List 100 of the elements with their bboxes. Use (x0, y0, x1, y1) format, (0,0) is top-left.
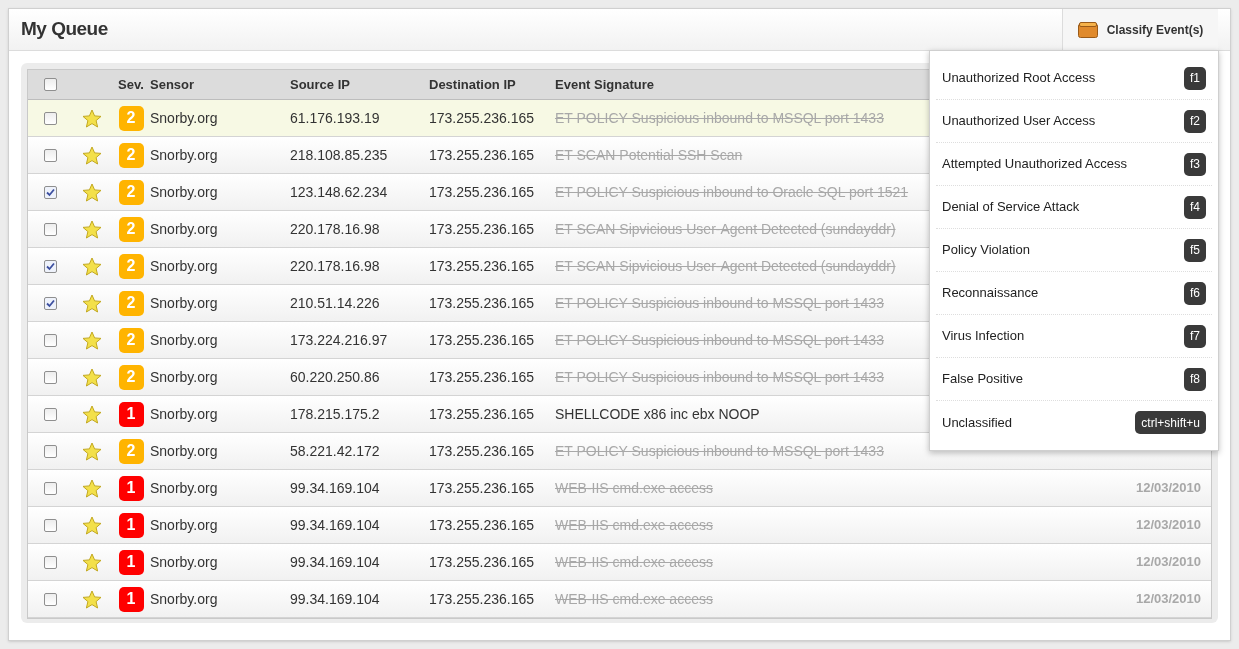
star-icon[interactable] (82, 145, 102, 165)
star-icon[interactable] (82, 552, 102, 572)
checkbox[interactable] (43, 78, 57, 91)
star-icon[interactable] (82, 589, 102, 609)
menu-item[interactable]: Denial of Service Attack f4 (936, 186, 1212, 229)
table-cell-text: Snorby.org (150, 404, 219, 424)
checkbox[interactable] (43, 592, 57, 606)
menu-item[interactable]: Policy Violation f5 (936, 229, 1212, 272)
table-cell-text: ET POLICY Suspicious inbound to MSSQL port 1433 (555, 441, 884, 461)
menu-item[interactable]: Unauthorized User Access f2 (936, 100, 1212, 143)
severity-badge: 1 (118, 549, 144, 575)
table-cell-text: 12/03/2010 (1135, 516, 1202, 535)
table-cell-text: 99.34.169.104 (290, 552, 381, 572)
table-cell-text: 173.255.236.165 (429, 108, 536, 128)
star-icon[interactable] (82, 404, 102, 424)
severity-badge: 2 (118, 290, 144, 316)
menu-item[interactable]: Unauthorized Root Access f1 (936, 57, 1212, 100)
classify-button[interactable]: Classify Event(s) (1062, 9, 1218, 50)
checkbox[interactable] (43, 148, 57, 162)
shortcut-key: f4 (1184, 195, 1206, 219)
star-icon[interactable] (82, 515, 102, 535)
shortcut-key: f8 (1184, 367, 1206, 391)
shortcut-key: f1 (1184, 66, 1206, 90)
star-icon[interactable] (82, 367, 102, 387)
checkbox[interactable] (43, 555, 57, 569)
star-icon[interactable] (82, 256, 102, 276)
table-cell-text: 58.221.42.172 (290, 441, 381, 461)
table-cell-text: 123.148.62.234 (290, 182, 389, 202)
star-icon[interactable] (82, 219, 102, 239)
star-icon[interactable] (82, 441, 102, 461)
menu-item[interactable]: False Positive f8 (936, 358, 1212, 401)
checkbox[interactable] (43, 407, 57, 421)
checkbox[interactable] (43, 296, 57, 310)
severity-badge: 2 (118, 438, 144, 464)
severity-badge: 1 (118, 586, 144, 612)
table-cell-text: 173.255.236.165 (429, 182, 536, 202)
table-cell-text: Snorby.org (150, 256, 219, 276)
box-icon (1077, 21, 1098, 38)
table-cell-text: 12/03/2010 (1135, 479, 1202, 498)
table-cell-text: 99.34.169.104 (290, 589, 381, 609)
severity-badge: 1 (118, 401, 144, 427)
table-cell-text: ET POLICY Suspicious inbound to MSSQL port 1433 (555, 108, 884, 128)
table-cell-text: 61.176.193.19 (290, 108, 381, 128)
menu-item[interactable]: Reconnaissance f6 (936, 272, 1212, 315)
checkbox[interactable] (43, 333, 57, 347)
checkbox[interactable] (43, 222, 57, 236)
table-cell-text: WEB-IIS cmd.exe access (555, 589, 713, 609)
star-icon[interactable] (82, 108, 102, 128)
table-cell-text: 60.220.250.86 (290, 367, 381, 387)
shortcut-key: ctrl+shift+u (1135, 411, 1206, 434)
table-cell-text: 99.34.169.104 (290, 478, 381, 498)
table-cell-text: 220.178.16.98 (290, 256, 381, 276)
table-cell-text: 178.215.175.2 (290, 404, 381, 424)
table-cell-text: 173.255.236.165 (429, 293, 536, 313)
table-cell-text: 173.255.236.165 (429, 404, 536, 424)
star-icon[interactable] (82, 293, 102, 313)
table-cell-text: 173.255.236.165 (429, 367, 536, 387)
shortcut-key: f2 (1184, 109, 1206, 133)
table-cell-text: 220.178.16.98 (290, 219, 381, 239)
table-cell-text: ET POLICY Suspicious inbound to Oracle SQL port 1521 (555, 182, 909, 202)
table-cell-text: 173.255.236.165 (429, 145, 536, 165)
table-cell-text: 173.255.236.165 (429, 330, 536, 350)
table-cell-text: 12/03/2010 (1135, 590, 1202, 609)
column-header: Event Signature (555, 75, 654, 94)
table-cell-text: ET SCAN Sipvicious User-Agent Detected (sundayddr) (555, 256, 896, 276)
table-cell-text: WEB-IIS cmd.exe access (555, 478, 713, 498)
severity-badge: 1 (118, 475, 144, 501)
page-title: My Queue (20, 17, 108, 42)
table-cell-text: Snorby.org (150, 145, 219, 165)
table-cell-text: Snorby.org (150, 515, 219, 535)
checkbox[interactable] (43, 185, 57, 199)
star-icon[interactable] (82, 478, 102, 498)
shortcut-key: f3 (1184, 152, 1206, 176)
table-cell-text: Snorby.org (150, 441, 219, 461)
star-icon[interactable] (82, 182, 102, 202)
star-icon[interactable] (82, 330, 102, 350)
menu-item[interactable]: Virus Infection f7 (936, 315, 1212, 358)
table-cell-text: WEB-IIS cmd.exe access (555, 515, 713, 535)
checkbox[interactable] (43, 444, 57, 458)
table-cell-text: ET POLICY Suspicious inbound to MSSQL port 1433 (555, 293, 884, 313)
table-cell-text: 173.255.236.165 (429, 589, 536, 609)
checkbox[interactable] (43, 259, 57, 273)
table-cell-text: SHELLCODE x86 inc ebx NOOP (555, 404, 760, 424)
shortcut-key: f5 (1184, 238, 1206, 262)
table-cell-text: Snorby.org (150, 478, 219, 498)
table-cell-text: Snorby.org (150, 589, 219, 609)
checkbox[interactable] (43, 481, 57, 495)
table-cell-text: Snorby.org (150, 330, 219, 350)
severity-badge: 2 (118, 216, 144, 242)
table-cell-text: Snorby.org (150, 293, 219, 313)
table-cell-text: WEB-IIS cmd.exe access (555, 552, 713, 572)
severity-badge: 2 (118, 327, 144, 353)
table-cell-text: 173.224.216.97 (290, 330, 389, 350)
checkbox[interactable] (43, 370, 57, 384)
table-cell-text: 173.255.236.165 (429, 478, 536, 498)
checkbox[interactable] (43, 111, 57, 125)
table-cell-text: Snorby.org (150, 367, 219, 387)
checkbox[interactable] (43, 518, 57, 532)
shortcut-key: f7 (1184, 324, 1206, 348)
menu-item[interactable]: Attempted Unauthorized Access f3 (936, 143, 1212, 186)
